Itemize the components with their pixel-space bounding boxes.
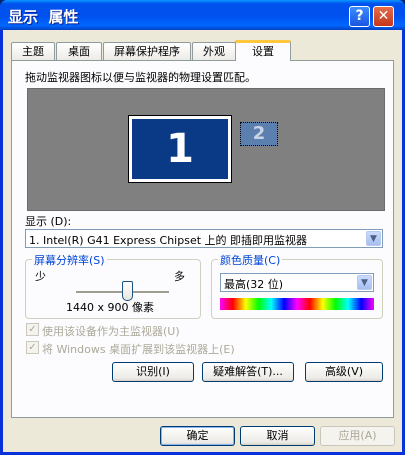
resolution-group-title: 屏幕分辨率(S) [32, 252, 107, 268]
title-bar[interactable]: 显示 属性 ? ✕ [0, 0, 405, 30]
monitor-2-icon[interactable]: 2 [240, 122, 278, 146]
color-quality-group-title: 颜色质量(C) [218, 252, 283, 268]
settings-panel: 拖动监视器图标以便与监视器的物理设置匹配。 1 2 显示 (D): 1. Int… [11, 60, 394, 418]
display-select[interactable]: 1. Intel(R) G41 Express Chipset 上的 即插即用监… [25, 229, 383, 248]
display-properties-window: 显示 属性 ? ✕ 主题 桌面 屏幕保护程序 外观 设置 拖动监视器图标以便与监… [0, 0, 405, 455]
tab-theme[interactable]: 主题 [11, 42, 55, 60]
tab-desktop[interactable]: 桌面 [56, 42, 102, 60]
tab-screensaver[interactable]: 屏幕保护程序 [103, 42, 191, 60]
primary-monitor-label: 使用该设备作为主监视器(U) [42, 325, 180, 338]
window-title: 显示 属性 [8, 8, 79, 26]
color-quality-select[interactable]: 最高(32 位) ▼ [220, 273, 374, 292]
tab-settings[interactable]: 设置 [235, 40, 291, 61]
chevron-down-icon[interactable]: ▼ [366, 231, 381, 246]
resolution-less-label: 少 [35, 270, 46, 283]
monitor-1-icon[interactable]: 1 [128, 115, 232, 183]
troubleshoot-button[interactable]: 疑难解答(T)... [202, 362, 294, 382]
instruction-text: 拖动监视器图标以便与监视器的物理设置匹配。 [25, 71, 256, 84]
tab-appearance[interactable]: 外观 [192, 42, 236, 60]
close-button[interactable]: ✕ [373, 6, 394, 27]
display-select-value: 1. Intel(R) G41 Express Chipset 上的 即插即用监… [29, 234, 308, 247]
extend-desktop-label: 将 Windows 桌面扩展到该监视器上(E) [42, 343, 235, 356]
tab-strip: 主题 桌面 屏幕保护程序 外观 设置 [11, 40, 393, 61]
monitor-arrangement-area[interactable]: 1 2 [27, 88, 385, 211]
primary-monitor-checkbox[interactable]: ✓ [26, 323, 39, 336]
color-quality-group: 颜色质量(C) 最高(32 位) ▼ [211, 252, 383, 319]
resolution-value: 1440 x 900 像素 [66, 301, 154, 314]
resolution-more-label: 多 [174, 270, 185, 283]
chevron-down-icon[interactable]: ▼ [357, 275, 372, 290]
identify-button[interactable]: 识别(I) [112, 362, 194, 382]
help-button[interactable]: ? [349, 6, 370, 27]
display-label: 显示 (D): [25, 215, 72, 228]
advanced-button[interactable]: 高级(V) [305, 362, 383, 382]
ok-button[interactable]: 确定 [160, 426, 235, 446]
color-spectrum-bar [220, 298, 374, 310]
color-quality-value: 最高(32 位) [224, 278, 284, 291]
resolution-slider-thumb[interactable] [121, 281, 133, 301]
cancel-button[interactable]: 取消 [240, 426, 315, 446]
resolution-group: 屏幕分辨率(S) 少 多 1440 x 900 像素 [25, 252, 201, 319]
extend-desktop-checkbox[interactable]: ✓ [26, 341, 39, 354]
apply-button[interactable]: 应用(A) [320, 426, 395, 446]
